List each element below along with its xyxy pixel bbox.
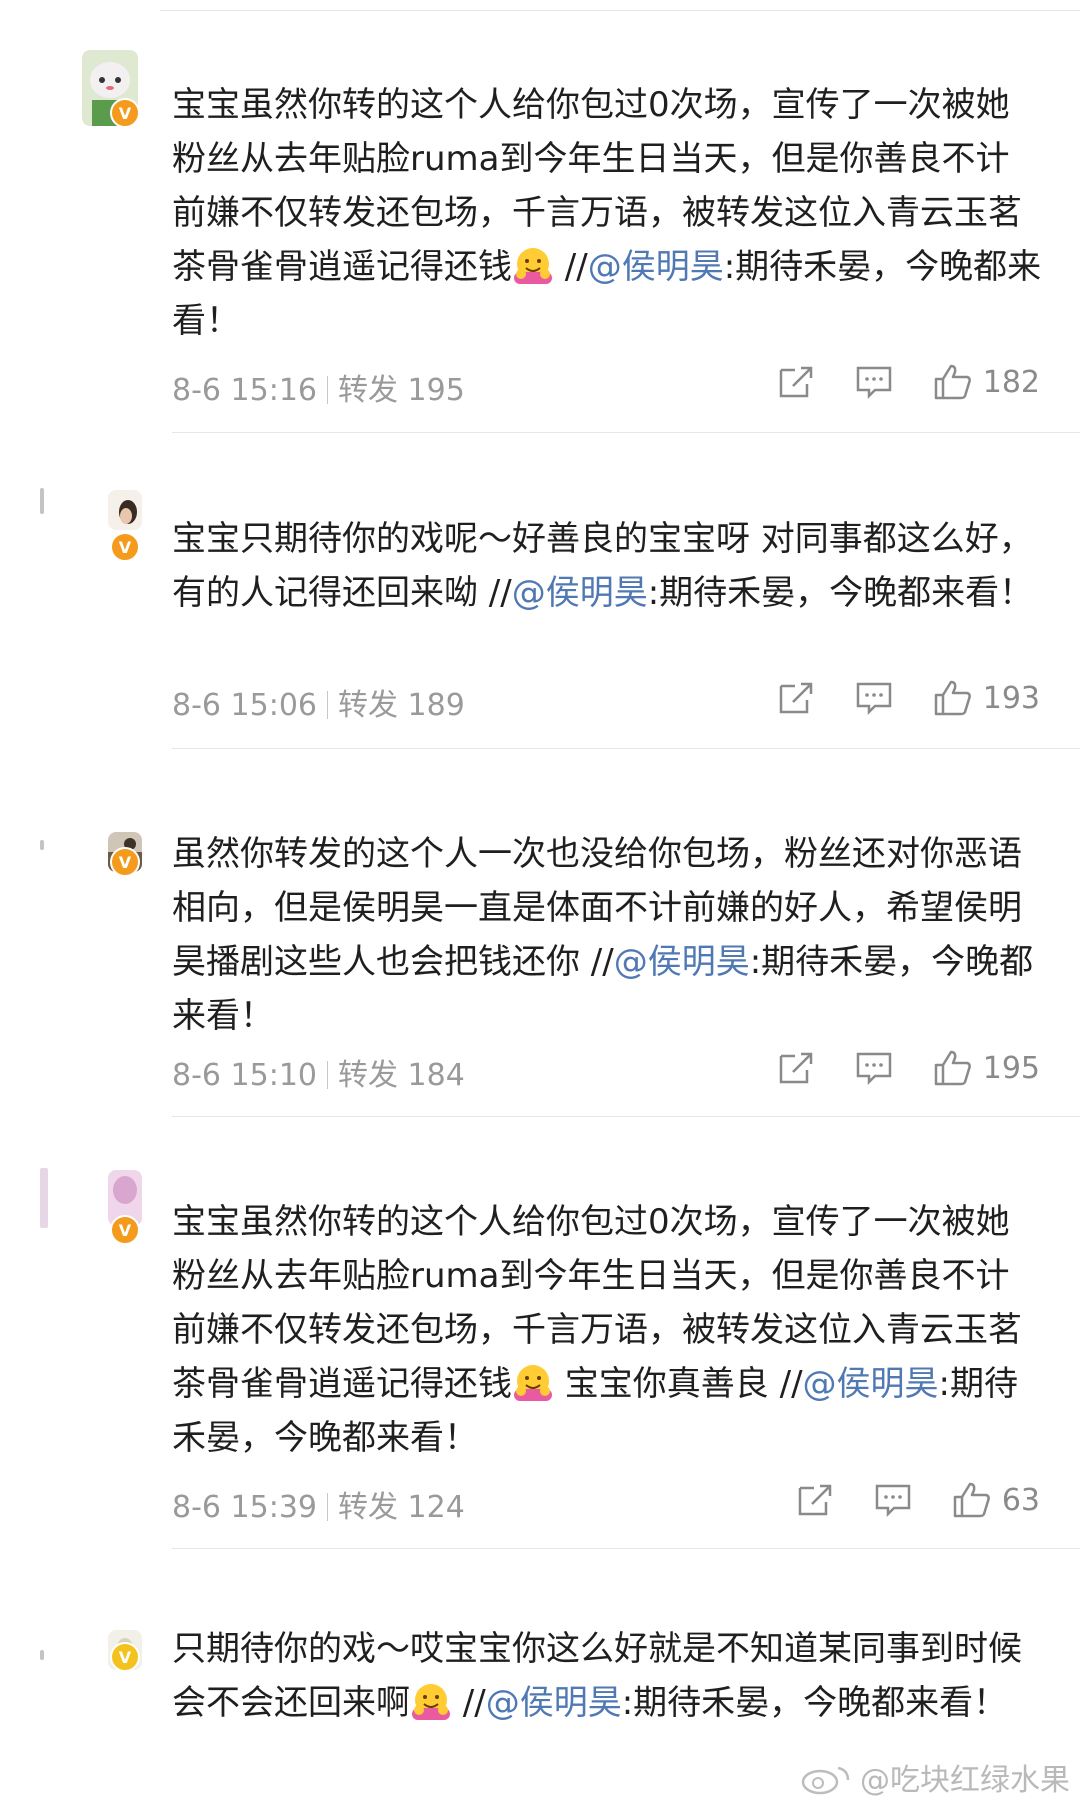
comment-text: 虽然你转发的这个人一次也没给你包场，粉丝还对你恶语相向，但是侯明昊一直是体面不计… xyxy=(172,834,1034,1036)
like-button[interactable]: 63 xyxy=(952,1481,1040,1519)
verified-v-badge-icon: V xyxy=(110,1215,140,1245)
share-icon xyxy=(779,682,812,714)
mention-link[interactable]: @侯明昊 xyxy=(512,573,648,613)
comment-actions: 193 xyxy=(737,676,1040,720)
comment-button[interactable] xyxy=(874,1482,912,1518)
thumbs-up-icon xyxy=(934,680,971,716)
comment-text: 宝宝虽然你转的这个人给你包过0次场，宣传了一次被她粉丝从去年贴脸ruma到今年生… xyxy=(172,85,1042,341)
mention-link[interactable]: @侯明昊 xyxy=(588,247,724,287)
comment-meta: 8-6 15:10 转发 184 xyxy=(172,1050,465,1094)
comment-meta: 8-6 15:06 转发 189 xyxy=(172,680,465,724)
comment-icon xyxy=(856,366,891,400)
repost-count: 转发 189 xyxy=(338,688,465,723)
like-button[interactable]: 195 xyxy=(933,1049,1040,1087)
mention-link[interactable]: @侯明昊 xyxy=(486,1683,622,1723)
verified-v-badge-icon: V xyxy=(110,847,140,877)
comment-divider xyxy=(172,1548,1080,1549)
meta-separator xyxy=(327,1493,328,1521)
weibo-logo-icon xyxy=(800,1762,854,1804)
comment-divider xyxy=(172,432,1080,433)
repost-count: 转发 184 xyxy=(338,1058,465,1093)
verified-v-badge-icon: V xyxy=(110,532,140,562)
comment-actions: 63 xyxy=(756,1478,1040,1522)
like-count: 182 xyxy=(982,364,1040,400)
like-count: 193 xyxy=(982,680,1040,716)
left-edge-mark xyxy=(40,1650,44,1660)
comment-text: 宝宝只期待你的戏呢～好善良的宝宝呀 对同事都这么好，有的人记得还回来呦 //@侯… xyxy=(172,519,1034,613)
comment-time: 8-6 15:10 xyxy=(172,1058,317,1093)
comment-meta: 8-6 15:16 转发 195 xyxy=(172,365,465,409)
comment-text: 只期待你的戏～哎宝宝你这么好就是不知道某同事到时候会不会还回来啊 //@侯明昊:… xyxy=(172,1629,1022,1723)
left-edge-mark xyxy=(40,488,44,514)
share-button[interactable] xyxy=(796,1482,834,1518)
comment-icon xyxy=(856,1052,891,1086)
comment-feed: V 宝宝虽然你转的这个人给你包过0次场，宣传了一次被她粉丝从去年贴脸ruma到今… xyxy=(0,0,1080,1800)
comment-actions: 195 xyxy=(737,1046,1040,1090)
comment-time: 8-6 15:16 xyxy=(172,373,317,408)
share-icon xyxy=(779,1052,812,1084)
share-icon xyxy=(798,1484,832,1516)
like-button[interactable]: 182 xyxy=(933,363,1040,401)
like-count: 195 xyxy=(982,1050,1040,1086)
person-avatar-icon[interactable] xyxy=(108,490,142,530)
comment-button[interactable] xyxy=(855,680,893,716)
mention-link[interactable]: @侯明昊 xyxy=(803,1364,939,1404)
weibo-watermark: @吃块红绿水果 xyxy=(800,1755,1070,1804)
repost-count: 转发 124 xyxy=(338,1490,465,1525)
comment-divider xyxy=(172,1116,1080,1117)
comment-text: 宝宝虽然你转的这个人给你包过0次场，宣传了一次被她粉丝从去年贴脸ruma到今年生… xyxy=(172,1202,1022,1458)
comment-actions: 182 xyxy=(737,360,1040,404)
meta-separator xyxy=(327,1061,328,1089)
comment-button[interactable] xyxy=(855,1050,893,1086)
comment-button[interactable] xyxy=(855,364,893,400)
comment-divider xyxy=(172,748,1080,749)
meta-separator xyxy=(327,376,328,404)
comment-icon xyxy=(856,682,891,716)
repost-count: 转发 195 xyxy=(338,373,465,408)
left-edge-mark xyxy=(40,840,44,850)
hugging-face-emoji-icon xyxy=(512,244,554,286)
comment-icon xyxy=(875,1484,911,1518)
verified-v-badge-icon: V xyxy=(110,98,140,128)
share-button[interactable] xyxy=(777,680,815,716)
hugging-face-emoji-icon xyxy=(410,1680,452,1722)
thumbs-up-icon xyxy=(934,1050,971,1086)
comment-time: 8-6 15:06 xyxy=(172,688,317,723)
comment-meta: 8-6 15:39 转发 124 xyxy=(172,1482,465,1526)
hugging-face-emoji-icon xyxy=(512,1361,554,1403)
left-edge-mark xyxy=(40,1168,48,1228)
like-count: 63 xyxy=(1001,1482,1040,1518)
thumbs-up-icon xyxy=(953,1482,990,1518)
thumbs-up-icon xyxy=(934,364,971,400)
comment-time: 8-6 15:39 xyxy=(172,1490,317,1525)
meta-separator xyxy=(327,691,328,719)
like-button[interactable]: 193 xyxy=(933,679,1040,717)
verified-v-badge-icon: V xyxy=(110,1642,140,1672)
share-icon xyxy=(779,366,812,398)
mention-link[interactable]: @侯明昊 xyxy=(614,942,750,982)
share-button[interactable] xyxy=(777,364,815,400)
share-button[interactable] xyxy=(777,1050,815,1086)
